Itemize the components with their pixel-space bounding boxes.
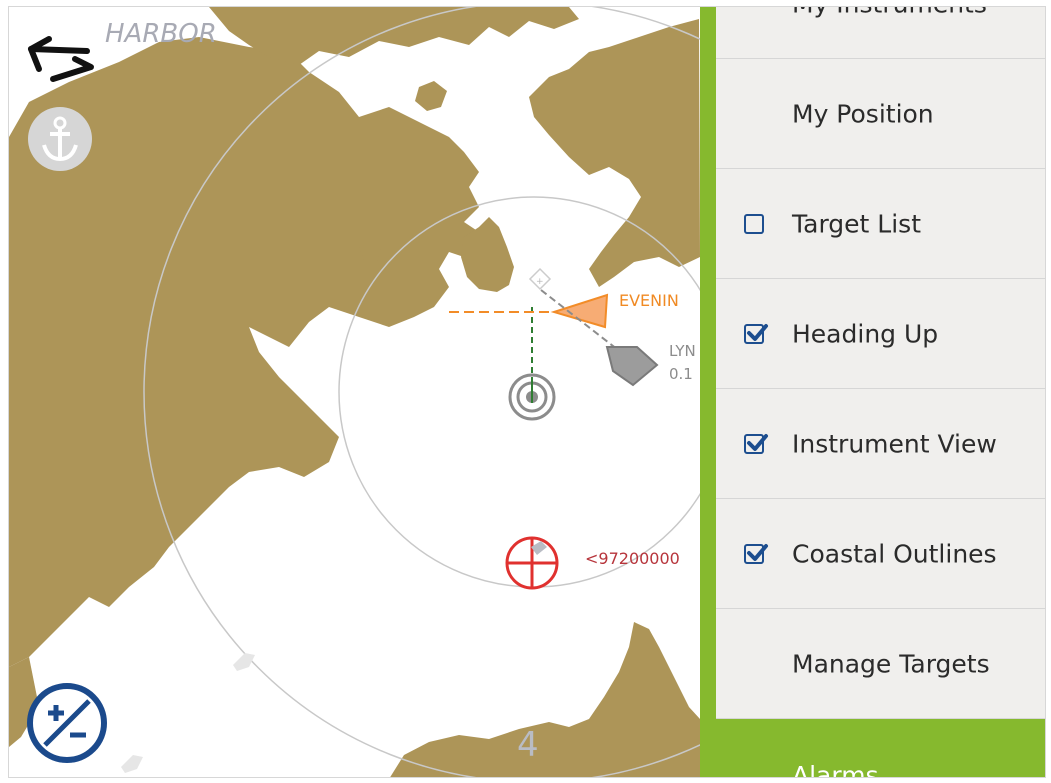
menu-item-label: Instrument View xyxy=(792,429,997,458)
svg-text:+: + xyxy=(536,277,544,287)
checkmark-icon xyxy=(747,323,768,341)
menu-list: My Instruments My Position Target List H… xyxy=(716,7,1045,719)
zoom-plus-minus-icon xyxy=(27,683,107,763)
menu-item-label: Target List xyxy=(792,209,921,238)
back-arrows-button[interactable] xyxy=(25,29,99,87)
menu-item-heading-up[interactable]: Heading Up xyxy=(716,279,1045,389)
menu-item-label: Heading Up xyxy=(792,319,939,348)
menu-item-target-list[interactable]: Target List xyxy=(716,169,1045,279)
own-vessel-icon[interactable] xyxy=(508,373,556,421)
evening-target-label: EVENIN xyxy=(619,291,679,310)
lyn-target-icon[interactable] xyxy=(605,346,659,387)
menu-item-label: Alarms xyxy=(792,761,879,778)
anchor-button[interactable] xyxy=(28,107,92,171)
menu-item-instrument-view[interactable]: Instrument View xyxy=(716,389,1045,499)
range-label: 4 xyxy=(517,725,539,765)
lyn-target-name: LYN xyxy=(669,342,696,360)
harbor-label: HARBOR xyxy=(105,19,217,49)
menu-item-coastal-outlines[interactable]: Coastal Outlines xyxy=(716,499,1045,609)
menu-item-label: My Instruments xyxy=(792,7,987,18)
menu-item-label: Coastal Outlines xyxy=(792,539,997,568)
waypoint-diamond-icon: + xyxy=(528,267,552,291)
northeast-landmass xyxy=(529,19,700,287)
side-menu: My Instruments My Position Target List H… xyxy=(700,7,1045,778)
faint-vessel-icon xyxy=(121,755,143,773)
menu-item-label: Manage Targets xyxy=(792,649,990,678)
alarm-target-icon[interactable] xyxy=(505,536,559,590)
anchor-icon xyxy=(42,116,78,162)
zoom-plus-minus-button[interactable] xyxy=(25,681,109,765)
alarm-target-mmsi-label: <97200000 xyxy=(585,549,680,568)
back-arrows-icon xyxy=(28,36,94,82)
menu-item-manage-targets[interactable]: Manage Targets xyxy=(716,609,1045,719)
target-list-checkbox[interactable] xyxy=(744,213,764,234)
menu-item-my-instruments[interactable]: My Instruments xyxy=(716,7,1045,59)
menu-item-my-position[interactable]: My Position xyxy=(716,59,1045,169)
instrument-view-checkbox[interactable] xyxy=(744,433,768,454)
checkmark-icon xyxy=(747,433,768,451)
checkmark-icon xyxy=(747,543,768,561)
lyn-target-distance: 0.1 xyxy=(669,365,693,383)
chart-view[interactable]: + HARBOR EVENIN LYN 0.1 <97200000 4 My P… xyxy=(8,6,1046,778)
south-landmass xyxy=(390,622,700,777)
coastal-outlines-checkbox[interactable] xyxy=(744,543,768,564)
menu-item-alarms[interactable]: Alarms xyxy=(700,719,1045,778)
menu-item-label: My Position xyxy=(792,99,934,128)
north-islet xyxy=(415,81,447,111)
heading-up-checkbox[interactable] xyxy=(744,323,768,344)
evening-target-icon[interactable] xyxy=(550,293,609,329)
